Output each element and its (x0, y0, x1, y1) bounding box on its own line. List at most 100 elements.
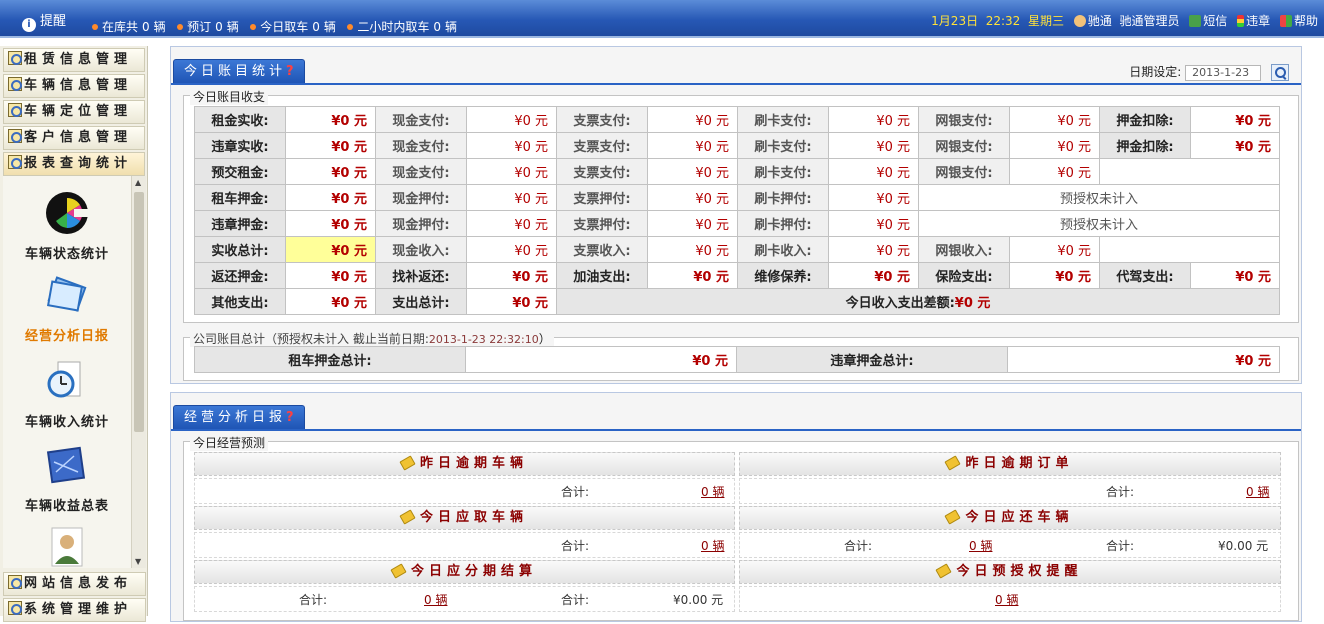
total-link[interactable]: 0 辆 (701, 533, 724, 559)
tag-icon (944, 455, 962, 471)
empty-cell (1099, 236, 1280, 263)
cell-value: ¥0 元 (828, 210, 919, 237)
tag-icon (399, 455, 416, 471)
cell-value: ¥0 元 (466, 184, 557, 211)
menu-item-system[interactable]: 系统管理维护 (3, 598, 146, 622)
cell-value: ¥0 元 (647, 210, 738, 237)
company-totals-table: 租车押金总计: ¥0 元 违章押金总计: ¥0 元 (194, 346, 1280, 373)
date-input[interactable]: 2013-1-23 (1185, 64, 1262, 81)
menu-item-location[interactable]: 车辆定位管理 (3, 100, 145, 124)
launch-income-stats[interactable]: 车辆收入统计 (3, 358, 131, 430)
cell-value: ¥0 元 (1009, 106, 1100, 133)
section-title: 今日账目收支 (190, 88, 269, 105)
search-icon[interactable] (1271, 64, 1289, 81)
cell-label: 刷卡押付: (737, 210, 829, 237)
cell-value: ¥0 元 (828, 236, 919, 263)
scroll-up-icon[interactable]: ▲ (135, 178, 141, 187)
daily-difference: 今日收入支出差额:¥0 元 (556, 288, 1280, 315)
magnifier-icon (8, 575, 22, 589)
block-title: 昨日逾期订单 (965, 456, 1074, 471)
cell-label: 支票押付: (556, 184, 648, 211)
cell-value: ¥0 元 (466, 262, 557, 289)
cell-label: 支票支付: (556, 132, 648, 159)
cell-label: 违章实收: (194, 132, 286, 159)
launchpad-scrollbar[interactable]: ▲ ▼ (131, 176, 146, 568)
cell-label: 找补返还: (375, 262, 467, 289)
person-icon (51, 527, 83, 567)
help-icon[interactable]: ? (286, 410, 294, 425)
scrollbar-thumb[interactable] (134, 192, 144, 432)
scroll-down-icon[interactable]: ▼ (135, 557, 141, 566)
total-link[interactable]: 0 辆 (995, 587, 1018, 613)
stat-label: 预订 (187, 20, 212, 34)
cell-value: ¥0 元 (466, 132, 557, 159)
magnifier-icon (8, 601, 22, 615)
cell-label: 现金押付: (375, 210, 467, 237)
stat-label: 二小时内取车 (357, 20, 430, 34)
total-link[interactable]: 0 辆 (1246, 479, 1269, 505)
bullet-icon (92, 24, 98, 30)
tab-today-accounts[interactable]: 今日账目统计? (173, 59, 305, 83)
magnifier-icon (8, 155, 22, 169)
difference-value: ¥0 元 (954, 296, 991, 311)
stat-unit: 辆 (445, 20, 458, 34)
help-link[interactable]: 帮助 (1294, 14, 1318, 28)
amount-label: 合计: (561, 593, 590, 607)
cell-label: 预交租金: (194, 158, 286, 185)
preauth-row: 0 辆 (739, 586, 1281, 612)
menu-item-website[interactable]: 网站信息发布 (3, 572, 146, 596)
cell-value: ¥0 元 (1009, 236, 1100, 263)
cell-value: ¥0 元 (647, 236, 738, 263)
cell-value: ¥0 元 (466, 210, 557, 237)
cell-label: 返还押金: (194, 262, 286, 289)
menu-item-reports[interactable]: 报表查询统计 (3, 152, 145, 176)
cell-label: 现金押付: (375, 184, 467, 211)
menu-item-customer[interactable]: 客户信息管理 (3, 126, 145, 150)
cell-label: 押金扣除: (1099, 106, 1191, 133)
sms-icon (1189, 15, 1202, 27)
launch-daily-analysis[interactable]: 经营分析日报 (3, 272, 131, 344)
menu-item-vehicle[interactable]: 车辆信息管理 (3, 74, 145, 98)
help-icon[interactable]: ? (286, 64, 294, 79)
launch-profit-summary[interactable]: 车辆收益总表 (3, 442, 131, 514)
launch-staff[interactable] (3, 524, 131, 568)
violation-link[interactable]: 违章 (1246, 14, 1270, 28)
clock-icon (47, 361, 81, 398)
stat-value: 0 (142, 20, 150, 34)
sms-link[interactable]: 短信 (1203, 14, 1227, 28)
tag-icon (390, 563, 407, 579)
return-today-header: 今日应还车辆 (739, 506, 1281, 530)
cell-label: 加油支出: (556, 262, 648, 289)
sidebar: 租赁信息管理 车辆信息管理 车辆定位管理 客户信息管理 报表查询统计 车辆状态统… (0, 46, 148, 622)
cell-label: 实收总计: (194, 236, 286, 263)
table-row: 实收总计: ¥0 元现金收入: ¥0 元支票收入: ¥0 元刷卡收入: ¥0 元网银收入… (194, 236, 1280, 263)
count-link[interactable]: 0 辆 (969, 533, 992, 559)
user-name: 驰通管理员 (1119, 14, 1180, 28)
menu-label: 系统管理维护 (24, 602, 133, 617)
alert-button[interactable]: i 提醒 (22, 10, 66, 32)
menu-label: 网站信息发布 (24, 576, 133, 591)
cell-label: 刷卡支付: (737, 132, 829, 159)
launch-label: 经营分析日报 (24, 329, 109, 344)
tab-daily-analysis[interactable]: 经营分析日报? (173, 405, 305, 429)
total-label: 合计: (561, 539, 590, 553)
cell-value: ¥0 元 (828, 132, 919, 159)
amount-label: 合计: (1106, 539, 1135, 553)
cell-value: ¥0 元 (285, 132, 376, 159)
installment-row: 合计: 0 辆 合计: ¥0.00 元 (194, 586, 735, 612)
total-value: ¥0 元 (465, 346, 737, 373)
count-link[interactable]: 0 辆 (424, 587, 447, 613)
report-launchpad: 车辆状态统计 经营分析日报 车辆收入统计 车辆收益总表 (3, 176, 131, 568)
menu-item-rental[interactable]: 租赁信息管理 (3, 48, 145, 72)
cell-label: 支出总计: (375, 288, 467, 315)
cell-value: ¥0 元 (647, 262, 738, 289)
cell-label: 维修保养: (737, 262, 829, 289)
table-row: 违章实收: ¥0 元现金支付: ¥0 元支票支付: ¥0 元刷卡支付: ¥0 元网银支付… (194, 132, 1280, 159)
total-link[interactable]: 0 辆 (701, 479, 724, 505)
launch-vehicle-status[interactable]: 车辆状态统计 (3, 190, 131, 262)
magnifier-icon (8, 129, 22, 143)
cell-value: ¥0 元 (285, 158, 376, 185)
count-label: 合计: (844, 539, 873, 553)
return-today-row: 合计: 0 辆 合计: ¥0.00 元 (739, 532, 1281, 558)
total-label: 合计: (561, 485, 590, 499)
